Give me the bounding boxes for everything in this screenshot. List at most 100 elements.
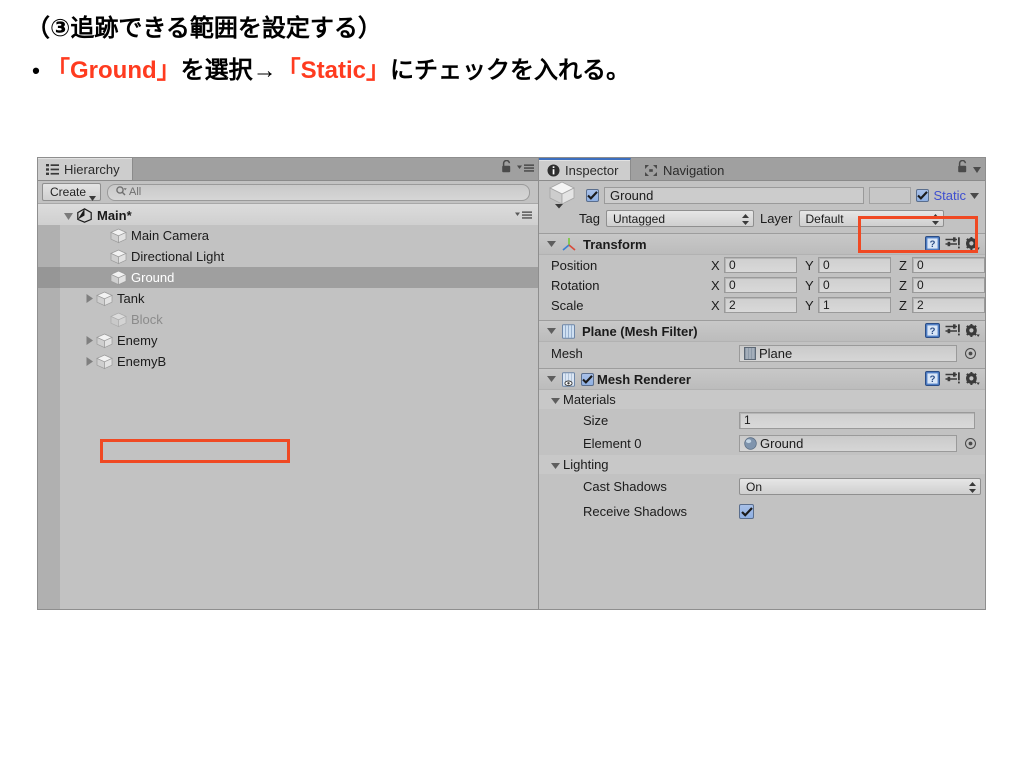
gear-icon[interactable]: [965, 371, 980, 391]
materials-foldout[interactable]: Materials: [539, 390, 985, 409]
navigation-icon: [644, 164, 658, 177]
tab-inspector-label: Inspector: [565, 162, 619, 178]
list-item[interactable]: Tank: [38, 288, 538, 309]
scale-x-value: 2: [729, 298, 736, 312]
chevron-down-icon[interactable]: [545, 328, 557, 334]
help-book-icon[interactable]: ?: [925, 323, 940, 343]
preset-sliders-icon[interactable]: [945, 371, 960, 391]
gameobject-cube-icon: [110, 228, 127, 244]
component-header-mesh-filter[interactable]: Plane (Mesh Filter) ?: [539, 320, 985, 342]
static-checkbox[interactable]: [916, 188, 930, 202]
scale-y-field[interactable]: 1: [818, 297, 891, 313]
expand-arrow-icon[interactable]: [82, 336, 96, 345]
scale-z-value: 2: [917, 298, 924, 312]
layer-dropdown[interactable]: Default: [798, 210, 944, 227]
tag-dropdown[interactable]: Untagged: [605, 210, 754, 228]
updown-arrows-icon: [741, 214, 749, 228]
position-y-field[interactable]: 0: [818, 257, 891, 273]
menu-icon[interactable]: [517, 160, 534, 178]
preset-sliders-icon[interactable]: [945, 236, 960, 256]
updown-arrows-icon: [969, 482, 976, 496]
position-z-value: 0: [917, 258, 924, 272]
list-item[interactable]: EnemyB: [38, 351, 538, 372]
hierarchy-tabstrip-controls: [501, 158, 534, 180]
mesh-row: Mesh Plane: [539, 342, 985, 364]
list-item-label: Main Camera: [131, 228, 210, 243]
axis-label-z: Z: [899, 257, 907, 273]
mesh-value: Plane: [759, 345, 793, 361]
component-header-mesh-renderer[interactable]: Mesh Renderer ?: [539, 368, 985, 390]
create-button[interactable]: Create: [42, 183, 102, 201]
position-x-value: 0: [729, 258, 736, 272]
chevron-down-icon[interactable]: [970, 186, 979, 204]
chevron-down-icon[interactable]: [545, 376, 557, 382]
tab-hierarchy-label: Hierarchy: [64, 161, 120, 177]
preset-sliders-icon[interactable]: [945, 323, 960, 343]
chevron-down-icon[interactable]: [545, 241, 557, 247]
receive-shadows-checkbox[interactable]: [739, 504, 754, 519]
list-item-label: Enemy: [117, 333, 158, 348]
list-item[interactable]: Block: [38, 309, 538, 330]
cast-shadows-row: Cast Shadows On: [539, 474, 985, 499]
rotation-x-field[interactable]: 0: [724, 277, 797, 293]
scene-row-menu[interactable]: [515, 204, 532, 226]
rotation-y-field[interactable]: 0: [818, 277, 891, 293]
static-field-spacer: [869, 186, 912, 204]
component-header-transform[interactable]: Transform ?: [539, 233, 985, 255]
bullet-part-select: を選択→: [180, 57, 277, 84]
search-input[interactable]: All: [107, 183, 530, 201]
gameobject-cube-icon: [110, 249, 127, 265]
tab-hierarchy[interactable]: Hierarchy: [38, 158, 133, 180]
object-name-field[interactable]: Ground: [604, 186, 865, 204]
axis-label-y: Y: [805, 277, 814, 293]
materials-size-field[interactable]: 1: [739, 411, 975, 429]
lock-icon[interactable]: [501, 159, 512, 178]
row-gutter: [38, 225, 60, 246]
cast-shadows-dropdown[interactable]: On: [739, 478, 981, 495]
scale-x-field[interactable]: 2: [724, 297, 797, 313]
info-icon: [547, 164, 560, 177]
menu-icon[interactable]: [973, 160, 981, 178]
lighting-label: Lighting: [563, 457, 609, 472]
help-book-icon[interactable]: ?: [925, 236, 940, 256]
lock-icon[interactable]: [957, 159, 968, 178]
rotation-z-field[interactable]: 0: [912, 277, 985, 293]
object-name-row: Ground Static: [545, 181, 979, 209]
tab-inspector[interactable]: Inspector: [539, 158, 632, 180]
mesh-object-field[interactable]: Plane: [739, 344, 957, 362]
object-picker-icon[interactable]: [965, 347, 976, 359]
receive-shadows-label: Receive Shadows: [583, 504, 688, 519]
list-item[interactable]: Enemy: [38, 330, 538, 351]
bullet-marker: •: [32, 58, 40, 83]
position-x-field[interactable]: 0: [724, 257, 797, 273]
position-z-field[interactable]: 0: [912, 257, 985, 273]
axis-label-z: Z: [899, 297, 907, 313]
gear-icon[interactable]: [965, 323, 980, 343]
tab-navigation[interactable]: Navigation: [636, 159, 736, 181]
gameobject-cube-icon: [545, 179, 579, 209]
expand-arrow-icon[interactable]: [82, 294, 96, 303]
axis-label-x: X: [711, 257, 720, 273]
object-picker-icon[interactable]: [965, 437, 976, 449]
static-toggle-group: Static: [916, 186, 979, 204]
inspector-panel: Inspector Navigation Ground Static Tag U…: [538, 157, 986, 610]
material-sphere-icon: [744, 436, 757, 450]
list-item-label: Ground: [131, 270, 175, 285]
help-book-icon[interactable]: ?: [925, 371, 940, 391]
gear-icon[interactable]: [965, 236, 980, 256]
object-enabled-checkbox[interactable]: [586, 188, 599, 202]
list-item-ground[interactable]: Ground: [38, 267, 538, 288]
mesh-renderer-enabled-checkbox[interactable]: [581, 372, 594, 386]
scale-z-field[interactable]: 2: [912, 297, 985, 313]
list-item[interactable]: Main Camera: [38, 225, 538, 246]
tag-label: Tag: [579, 211, 600, 226]
element0-object-field[interactable]: Ground: [739, 434, 957, 452]
component-mesh-filter: Plane (Mesh Filter) ? Mesh Plane: [539, 320, 985, 368]
expand-arrow-icon[interactable]: [82, 357, 96, 366]
chevron-down-icon[interactable]: [64, 208, 73, 223]
search-icon: [116, 185, 127, 199]
bullet-part-check: にチェックを入れる。: [390, 57, 631, 84]
lighting-foldout[interactable]: Lighting: [539, 455, 985, 474]
list-item[interactable]: Directional Light: [38, 246, 538, 267]
scene-root-row[interactable]: Main*: [38, 204, 538, 227]
